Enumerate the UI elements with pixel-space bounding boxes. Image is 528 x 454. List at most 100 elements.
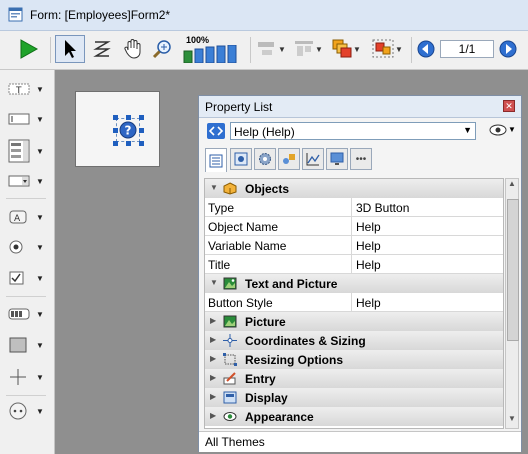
picture-icon — [223, 277, 237, 290]
property-row-type[interactable]: Type 3D Button — [205, 198, 503, 217]
select-tool-button[interactable] — [55, 35, 85, 63]
distribute-icon — [295, 41, 314, 56]
palette-combo-tool[interactable]: ▼ — [8, 170, 50, 192]
zoom-tool-button[interactable] — [150, 35, 176, 63]
chevron-down-icon: ▼ — [36, 212, 44, 222]
resize-handle[interactable] — [113, 141, 118, 146]
palette-ruler-tool[interactable]: ▼ — [8, 303, 50, 325]
line-icon — [10, 369, 26, 385]
property-name: Type — [208, 201, 235, 215]
property-row-object-name[interactable]: Object Name Help — [205, 217, 503, 236]
tab-display[interactable] — [326, 148, 348, 170]
palette-rectangle-tool[interactable]: ▼ — [8, 334, 50, 356]
shapes-icon — [283, 154, 295, 164]
object-selector-dropdown[interactable]: Help (Help) ▼ — [230, 122, 476, 140]
group-resizing-options[interactable]: ▶ Resizing Options — [205, 350, 503, 369]
code-brackets-icon[interactable] — [207, 123, 225, 139]
chevron-down-icon: ▼ — [395, 44, 403, 54]
align-icon — [258, 42, 275, 55]
scroll-down-icon[interactable]: ▼ — [506, 414, 518, 428]
resize-handle[interactable] — [139, 128, 144, 133]
property-grid-scrollbar[interactable]: ▲ ▼ — [505, 178, 519, 429]
chevron-down-icon: ▼ — [36, 372, 44, 382]
resize-handle[interactable] — [126, 115, 131, 120]
play-icon — [20, 39, 39, 59]
group-button[interactable]: ▼ — [367, 35, 407, 63]
expand-arrow-icon: ▶ — [210, 392, 217, 401]
page-counter-value: 1/1 — [440, 40, 494, 58]
chevron-down-icon: ▼ — [463, 125, 472, 135]
tab-chart[interactable] — [302, 148, 324, 170]
palette-line-tool[interactable]: ▼ — [8, 366, 50, 388]
group-label: Display — [245, 391, 288, 405]
group-label: Coordinates & Sizing — [245, 334, 366, 348]
property-row-title[interactable]: Title Help — [205, 255, 503, 274]
entry-order-button[interactable] — [89, 35, 115, 63]
resize-handle[interactable] — [139, 115, 144, 120]
tab-more[interactable]: ••• — [350, 148, 372, 170]
tab-shapes[interactable] — [278, 148, 300, 170]
group-picture[interactable]: ▶ Picture — [205, 312, 503, 331]
resize-handle[interactable] — [113, 115, 118, 120]
group-label: Picture — [245, 315, 286, 329]
theme-filter-bar[interactable]: All Themes — [199, 431, 521, 452]
chevron-down-icon: ▼ — [315, 44, 323, 54]
close-button[interactable]: ✕ — [503, 100, 515, 112]
theme-filter-label: All Themes — [205, 435, 265, 449]
zoom-bars-icon — [183, 44, 237, 63]
form-editor-toolbar: 100% ▼ ▼ ▼ ▼ 1/1 — [0, 31, 528, 70]
previous-page-button[interactable] — [415, 35, 437, 63]
property-name: Variable Name — [208, 239, 287, 253]
expand-arrow-icon: ▶ — [210, 335, 217, 344]
previous-page-icon — [417, 40, 435, 58]
group-display[interactable]: ▶ Display — [205, 388, 503, 407]
list-icon — [209, 154, 223, 167]
group-text-and-picture[interactable]: ▼ Text and Picture — [205, 274, 503, 293]
scrollbar-thumb[interactable] — [507, 199, 519, 341]
palette-button-tool[interactable]: A ▼ — [8, 206, 50, 228]
property-name: Title — [208, 258, 231, 272]
property-row-variable-name[interactable]: Variable Name Help — [205, 236, 503, 255]
tab-settings[interactable] — [254, 148, 276, 170]
group-objects[interactable]: ▼ Objects — [205, 179, 503, 198]
property-list-panel: Property List ✕ Help (Help) ▼ ▼ ••• ▼ Ob… — [198, 95, 522, 452]
palette-radio-tool[interactable]: ▼ — [8, 236, 50, 258]
zoom-level-control[interactable]: 100% — [182, 35, 246, 63]
palette-field-tool[interactable]: ▼ — [8, 108, 50, 130]
palette-checkbox-tool[interactable]: ▼ — [8, 267, 50, 289]
scroll-up-icon[interactable]: ▲ — [506, 179, 518, 193]
resize-handle[interactable] — [126, 141, 131, 146]
group-coordinates-sizing[interactable]: ▶ Coordinates & Sizing — [205, 331, 503, 350]
property-list-title: Property List — [205, 100, 273, 114]
resize-handle[interactable] — [139, 141, 144, 146]
arrange-button[interactable]: ▼ — [329, 35, 363, 63]
form-page-area[interactable]: ? — [75, 91, 160, 167]
group-label: Appearance — [245, 410, 314, 424]
tab-objects[interactable] — [230, 148, 252, 170]
next-page-button[interactable] — [497, 35, 519, 63]
object-palette: T ▼ ▼ ▼ ▼ A ▼ ▼ ▼ ▼ ▼ ▼ ▼ — [0, 70, 55, 454]
property-list-title-bar[interactable]: Property List ✕ — [199, 96, 521, 118]
expand-arrow-icon: ▶ — [210, 411, 217, 420]
property-name: Button Style — [208, 296, 273, 310]
crosshair-icon — [223, 334, 237, 347]
group-appearance[interactable]: ▶ Appearance — [205, 407, 503, 426]
tab-all-properties[interactable] — [205, 148, 227, 172]
hand-tool-button[interactable] — [120, 35, 146, 63]
run-form-button[interactable] — [14, 35, 42, 63]
group-label: Objects — [245, 182, 290, 196]
resize-handle[interactable] — [113, 128, 118, 133]
property-row-button-style[interactable]: Button Style Help — [205, 293, 503, 312]
align-button[interactable]: ▼ — [254, 35, 288, 63]
help-button-object[interactable]: ? — [113, 115, 144, 146]
zoom-level-label: 100% — [186, 34, 210, 45]
chevron-down-icon: ▼ — [278, 44, 286, 54]
palette-plugin-tool[interactable]: ▼ — [8, 400, 50, 422]
display-icon — [223, 391, 237, 404]
arrow-pointer-icon — [65, 40, 76, 58]
palette-text-tool[interactable]: T ▼ — [8, 78, 50, 100]
view-options-button[interactable]: ▼ — [489, 124, 517, 138]
group-entry[interactable]: ▶ Entry — [205, 369, 503, 388]
distribute-button[interactable]: ▼ — [291, 35, 325, 63]
palette-list-tool[interactable]: ▼ — [8, 138, 50, 164]
